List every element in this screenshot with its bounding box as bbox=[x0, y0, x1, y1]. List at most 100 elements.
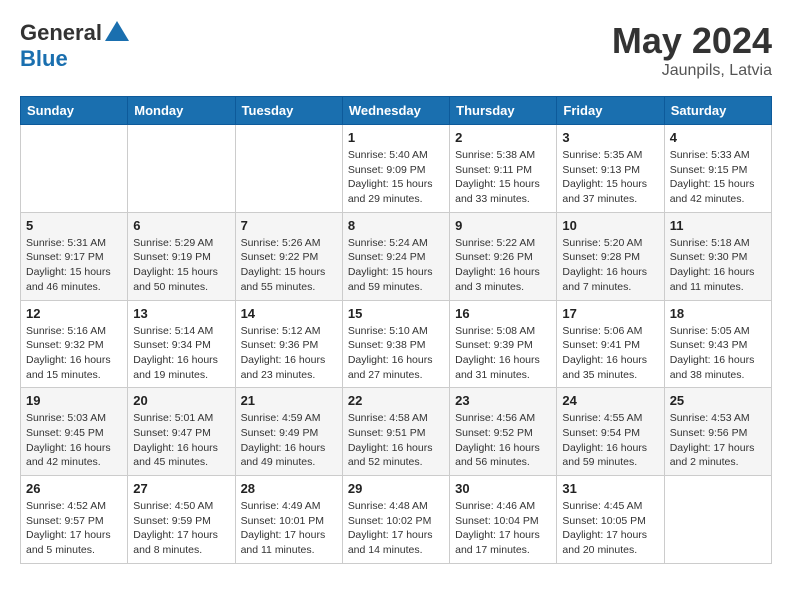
calendar-cell bbox=[128, 125, 235, 213]
calendar-header-monday: Monday bbox=[128, 97, 235, 125]
day-number: 27 bbox=[133, 481, 229, 496]
calendar-cell: 26 Sunrise: 4:52 AM Sunset: 9:57 PM Dayli… bbox=[21, 476, 128, 564]
day-info: Sunrise: 4:48 AM Sunset: 10:02 PM Daylig… bbox=[348, 499, 444, 558]
logo-triangle-icon bbox=[105, 21, 129, 41]
day-number: 31 bbox=[562, 481, 658, 496]
logo-blue: Blue bbox=[20, 46, 68, 72]
day-number: 25 bbox=[670, 393, 766, 408]
calendar-week-row: 1 Sunrise: 5:40 AM Sunset: 9:09 PM Daylig… bbox=[21, 125, 772, 213]
calendar-week-row: 19 Sunrise: 5:03 AM Sunset: 9:45 PM Dayli… bbox=[21, 388, 772, 476]
day-number: 16 bbox=[455, 306, 551, 321]
day-info: Sunrise: 5:06 AM Sunset: 9:41 PM Dayligh… bbox=[562, 324, 658, 383]
day-number: 28 bbox=[241, 481, 337, 496]
calendar-header-wednesday: Wednesday bbox=[342, 97, 449, 125]
day-info: Sunrise: 4:45 AM Sunset: 10:05 PM Daylig… bbox=[562, 499, 658, 558]
calendar-header-saturday: Saturday bbox=[664, 97, 771, 125]
calendar-table: SundayMondayTuesdayWednesdayThursdayFrid… bbox=[20, 96, 772, 564]
day-info: Sunrise: 5:12 AM Sunset: 9:36 PM Dayligh… bbox=[241, 324, 337, 383]
day-info: Sunrise: 5:20 AM Sunset: 9:28 PM Dayligh… bbox=[562, 236, 658, 295]
calendar-week-row: 5 Sunrise: 5:31 AM Sunset: 9:17 PM Daylig… bbox=[21, 212, 772, 300]
calendar-header-friday: Friday bbox=[557, 97, 664, 125]
calendar-cell: 24Sunrise: 4:55 AM Sunset: 9:54 PM Dayli… bbox=[557, 388, 664, 476]
location-subtitle: Jaunpils, Latvia bbox=[612, 62, 772, 80]
calendar-cell: 9Sunrise: 5:22 AM Sunset: 9:26 PM Daylig… bbox=[450, 212, 557, 300]
day-number: 18 bbox=[670, 306, 766, 321]
logo-general: General bbox=[20, 20, 102, 46]
page-header: General Blue May 2024 Jaunpils, Latvia bbox=[20, 20, 772, 80]
day-info: Sunrise: 5:31 AM Sunset: 9:17 PM Dayligh… bbox=[26, 236, 122, 295]
calendar-cell bbox=[235, 125, 342, 213]
calendar-cell: 20 Sunrise: 5:01 AM Sunset: 9:47 PM Dayli… bbox=[128, 388, 235, 476]
title-block: May 2024 Jaunpils, Latvia bbox=[612, 20, 772, 80]
calendar-cell: 28Sunrise: 4:49 AM Sunset: 10:01 PM Dayl… bbox=[235, 476, 342, 564]
calendar-cell: 16Sunrise: 5:08 AM Sunset: 9:39 PM Dayli… bbox=[450, 300, 557, 388]
day-info: Sunrise: 4:59 AM Sunset: 9:49 PM Dayligh… bbox=[241, 411, 337, 470]
calendar-cell bbox=[664, 476, 771, 564]
day-number: 21 bbox=[241, 393, 337, 408]
day-number: 1 bbox=[348, 130, 444, 145]
calendar-week-row: 26 Sunrise: 4:52 AM Sunset: 9:57 PM Dayli… bbox=[21, 476, 772, 564]
day-number: 7 bbox=[241, 218, 337, 233]
calendar-header-tuesday: Tuesday bbox=[235, 97, 342, 125]
day-number: 20 bbox=[133, 393, 229, 408]
day-number: 6 bbox=[133, 218, 229, 233]
logo: General Blue bbox=[20, 20, 129, 72]
day-info: Sunrise: 5:26 AM Sunset: 9:22 PM Dayligh… bbox=[241, 236, 337, 295]
day-number: 11 bbox=[670, 218, 766, 233]
day-info: Sunrise: 5:18 AM Sunset: 9:30 PM Dayligh… bbox=[670, 236, 766, 295]
day-number: 23 bbox=[455, 393, 551, 408]
calendar-cell: 7 Sunrise: 5:26 AM Sunset: 9:22 PM Daylig… bbox=[235, 212, 342, 300]
day-number: 19 bbox=[26, 393, 122, 408]
day-number: 30 bbox=[455, 481, 551, 496]
day-info: Sunrise: 5:29 AM Sunset: 9:19 PM Dayligh… bbox=[133, 236, 229, 295]
calendar-cell: 12Sunrise: 5:16 AM Sunset: 9:32 PM Dayli… bbox=[21, 300, 128, 388]
month-year-title: May 2024 bbox=[612, 20, 772, 62]
day-info: Sunrise: 4:46 AM Sunset: 10:04 PM Daylig… bbox=[455, 499, 551, 558]
day-number: 17 bbox=[562, 306, 658, 321]
day-number: 15 bbox=[348, 306, 444, 321]
day-info: Sunrise: 5:10 AM Sunset: 9:38 PM Dayligh… bbox=[348, 324, 444, 383]
day-number: 2 bbox=[455, 130, 551, 145]
calendar-header-thursday: Thursday bbox=[450, 97, 557, 125]
calendar-cell: 13 Sunrise: 5:14 AM Sunset: 9:34 PM Dayli… bbox=[128, 300, 235, 388]
day-info: Sunrise: 5:38 AM Sunset: 9:11 PM Dayligh… bbox=[455, 148, 551, 207]
day-info: Sunrise: 5:24 AM Sunset: 9:24 PM Dayligh… bbox=[348, 236, 444, 295]
calendar-cell: 6 Sunrise: 5:29 AM Sunset: 9:19 PM Daylig… bbox=[128, 212, 235, 300]
day-number: 24 bbox=[562, 393, 658, 408]
calendar-cell: 14 Sunrise: 5:12 AM Sunset: 9:36 PM Dayli… bbox=[235, 300, 342, 388]
calendar-cell: 3 Sunrise: 5:35 AM Sunset: 9:13 PM Daylig… bbox=[557, 125, 664, 213]
day-number: 14 bbox=[241, 306, 337, 321]
day-info: Sunrise: 4:53 AM Sunset: 9:56 PM Dayligh… bbox=[670, 411, 766, 470]
day-number: 9 bbox=[455, 218, 551, 233]
day-number: 5 bbox=[26, 218, 122, 233]
calendar-cell: 4Sunrise: 5:33 AM Sunset: 9:15 PM Daylig… bbox=[664, 125, 771, 213]
day-number: 26 bbox=[26, 481, 122, 496]
day-number: 13 bbox=[133, 306, 229, 321]
calendar-cell: 15 Sunrise: 5:10 AM Sunset: 9:38 PM Dayli… bbox=[342, 300, 449, 388]
day-info: Sunrise: 4:58 AM Sunset: 9:51 PM Dayligh… bbox=[348, 411, 444, 470]
day-info: Sunrise: 5:40 AM Sunset: 9:09 PM Dayligh… bbox=[348, 148, 444, 207]
day-number: 3 bbox=[562, 130, 658, 145]
calendar-cell: 2 Sunrise: 5:38 AM Sunset: 9:11 PM Daylig… bbox=[450, 125, 557, 213]
calendar-cell: 22 Sunrise: 4:58 AM Sunset: 9:51 PM Dayli… bbox=[342, 388, 449, 476]
day-number: 22 bbox=[348, 393, 444, 408]
calendar-week-row: 12Sunrise: 5:16 AM Sunset: 9:32 PM Dayli… bbox=[21, 300, 772, 388]
calendar-cell: 19 Sunrise: 5:03 AM Sunset: 9:45 PM Dayli… bbox=[21, 388, 128, 476]
day-info: Sunrise: 5:35 AM Sunset: 9:13 PM Dayligh… bbox=[562, 148, 658, 207]
calendar-cell: 25 Sunrise: 4:53 AM Sunset: 9:56 PM Dayli… bbox=[664, 388, 771, 476]
day-info: Sunrise: 5:03 AM Sunset: 9:45 PM Dayligh… bbox=[26, 411, 122, 470]
day-number: 4 bbox=[670, 130, 766, 145]
calendar-cell: 17 Sunrise: 5:06 AM Sunset: 9:41 PM Dayli… bbox=[557, 300, 664, 388]
day-info: Sunrise: 5:01 AM Sunset: 9:47 PM Dayligh… bbox=[133, 411, 229, 470]
calendar-header-sunday: Sunday bbox=[21, 97, 128, 125]
calendar-cell bbox=[21, 125, 128, 213]
day-number: 10 bbox=[562, 218, 658, 233]
day-info: Sunrise: 4:52 AM Sunset: 9:57 PM Dayligh… bbox=[26, 499, 122, 558]
day-info: Sunrise: 5:14 AM Sunset: 9:34 PM Dayligh… bbox=[133, 324, 229, 383]
day-info: Sunrise: 5:05 AM Sunset: 9:43 PM Dayligh… bbox=[670, 324, 766, 383]
calendar-cell: 10 Sunrise: 5:20 AM Sunset: 9:28 PM Dayli… bbox=[557, 212, 664, 300]
day-number: 8 bbox=[348, 218, 444, 233]
day-info: Sunrise: 4:56 AM Sunset: 9:52 PM Dayligh… bbox=[455, 411, 551, 470]
calendar-cell: 31 Sunrise: 4:45 AM Sunset: 10:05 PM Dayl… bbox=[557, 476, 664, 564]
calendar-cell: 8 Sunrise: 5:24 AM Sunset: 9:24 PM Daylig… bbox=[342, 212, 449, 300]
